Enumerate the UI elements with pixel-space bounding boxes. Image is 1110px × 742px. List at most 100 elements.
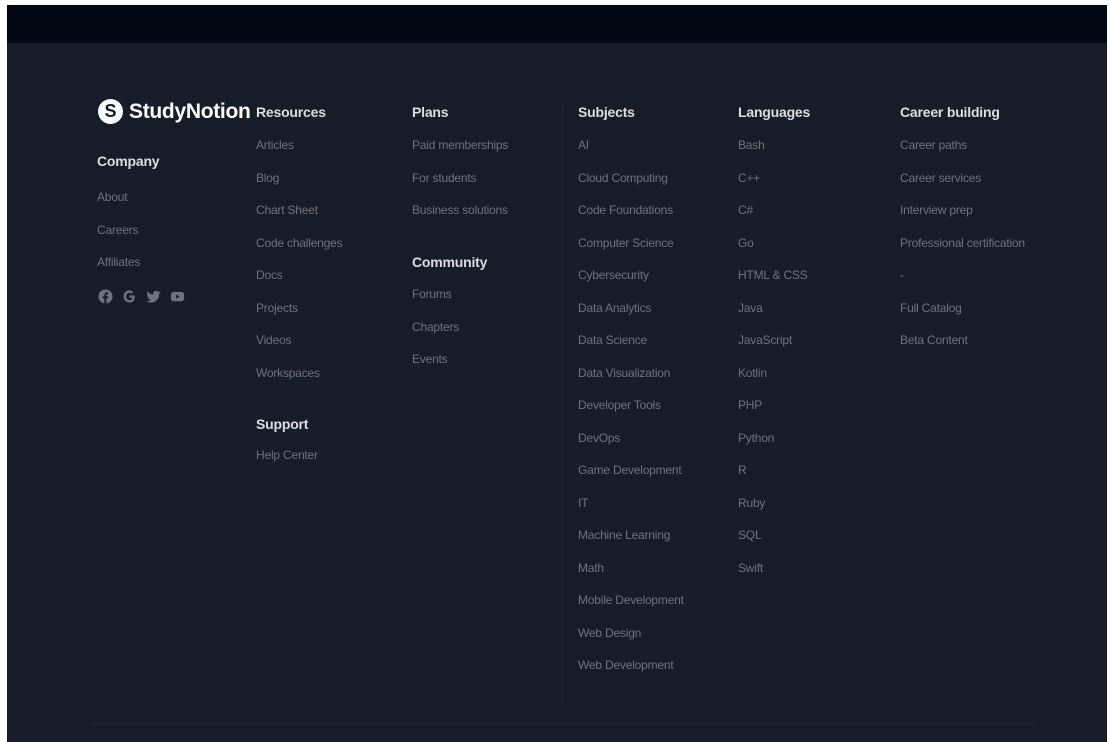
footer-link[interactable]: Beta Content (900, 333, 968, 347)
youtube-icon[interactable] (169, 288, 185, 304)
google-icon[interactable] (121, 288, 137, 304)
footer-link[interactable]: HTML & CSS (738, 268, 808, 282)
community-links: Forums Chapters Events (412, 285, 487, 383)
footer-link[interactable]: Chart Sheet (256, 203, 318, 217)
footer-link[interactable]: Careers (97, 223, 138, 237)
footer-link[interactable]: Go (738, 236, 754, 250)
footer-link-item: Workspaces (256, 364, 342, 397)
footer-link[interactable]: - (900, 268, 904, 282)
subjects-heading: Subjects (578, 104, 635, 120)
footer-link[interactable]: Forums (412, 287, 452, 301)
footer-link-item: Chapters (412, 318, 487, 351)
footer-link[interactable]: Paid memberships (412, 138, 508, 152)
footer-link[interactable]: Math (578, 561, 604, 575)
footer-link[interactable]: Swift (738, 561, 763, 575)
footer-link-item: Blog (256, 169, 342, 202)
support-links: Help Center (256, 446, 318, 479)
footer-link[interactable]: Full Catalog (900, 301, 962, 315)
column-divider (562, 105, 563, 705)
footer-link[interactable]: Career services (900, 171, 981, 185)
footer-link[interactable]: IT (578, 496, 588, 510)
footer-link[interactable]: R (738, 463, 747, 477)
footer-link[interactable]: Articles (256, 138, 294, 152)
footer-link[interactable]: Blog (256, 171, 279, 185)
footer-link[interactable]: About (97, 190, 128, 204)
footer-link-item: Ruby (738, 494, 810, 527)
social-links (97, 288, 185, 304)
footer-link[interactable]: C# (738, 203, 753, 217)
footer-link[interactable]: Professional certification (900, 236, 1025, 250)
footer-link[interactable]: Data Visualization (578, 366, 670, 380)
footer-link[interactable]: Game Development (578, 463, 682, 477)
bottom-divider (90, 723, 1037, 724)
footer-link[interactable]: Machine Learning (578, 528, 670, 542)
footer-link[interactable]: Kotlin (738, 366, 767, 380)
languages-heading: Languages (738, 104, 811, 120)
footer-link[interactable]: Developer Tools (578, 398, 661, 412)
footer-link-item: Paid memberships (412, 136, 508, 169)
facebook-icon[interactable] (97, 288, 113, 304)
footer-link[interactable]: Career paths (900, 138, 967, 152)
footer-link[interactable]: PHP (738, 398, 762, 412)
footer-link[interactable]: Events (412, 352, 448, 366)
footer-link[interactable]: Data Analytics (578, 301, 651, 315)
footer-link[interactable]: AI (578, 138, 589, 152)
footer-link-item: Code Foundations (578, 201, 684, 234)
footer-link[interactable]: Data Science (578, 333, 647, 347)
footer-link-item: Events (412, 350, 487, 383)
footer-link[interactable]: Bash (738, 138, 765, 152)
footer-link-item: Careers (97, 221, 159, 254)
footer-link-item: Chart Sheet (256, 201, 342, 234)
footer-link[interactable]: Java (738, 301, 763, 315)
footer-link[interactable]: DevOps (578, 431, 620, 445)
subjects-links: AI Cloud Computing Code Foundations Compute… (578, 136, 684, 689)
footer-link[interactable]: Videos (256, 333, 291, 347)
footer-link-item: Data Analytics (578, 299, 684, 332)
footer-link[interactable]: Help Center (256, 448, 318, 462)
footer-link[interactable]: Cloud Computing (578, 171, 668, 185)
footer-link-item: Math (578, 559, 684, 592)
footer-link-item: Cybersecurity (578, 266, 684, 299)
footer-link[interactable]: Code challenges (256, 236, 343, 250)
footer-link-item: R (738, 461, 810, 494)
brand-logo[interactable]: S StudyNotion (98, 99, 251, 124)
footer-link[interactable]: Code Foundations (578, 203, 673, 217)
community-heading: Community (412, 254, 488, 270)
footer-link[interactable]: Interview prep (900, 203, 973, 217)
footer-link-item: Articles (256, 136, 342, 169)
footer-link[interactable]: SQL (738, 528, 762, 542)
footer-link-item: Docs (256, 266, 342, 299)
footer-link[interactable]: Workspaces (256, 366, 320, 380)
footer-link-item: Kotlin (738, 364, 810, 397)
footer-link[interactable]: For students (412, 171, 477, 185)
footer-link-item: Full Catalog (900, 299, 1025, 332)
footer-link[interactable]: Python (738, 431, 774, 445)
footer-link[interactable]: Affiliates (97, 255, 140, 269)
footer-link[interactable]: Computer Science (578, 236, 674, 250)
footer-link-item: Swift (738, 559, 810, 592)
footer-link[interactable]: Mobile Development (578, 593, 684, 607)
footer-link[interactable]: Web Design (578, 626, 641, 640)
company-links: About Careers Affiliates (97, 188, 159, 286)
footer-link[interactable]: Ruby (738, 496, 765, 510)
logo-icon: S (98, 99, 123, 124)
footer-link-item: Videos (256, 331, 342, 364)
footer-link-item: Career paths (900, 136, 1025, 169)
footer-link[interactable]: C++ (738, 171, 760, 185)
footer-link[interactable]: Cybersecurity (578, 268, 649, 282)
twitter-icon[interactable] (145, 288, 161, 304)
footer-link[interactable]: JavaScript (738, 333, 792, 347)
plans-section: Plans Paid memberships For students Busine… (412, 102, 508, 234)
footer-link-item: AI (578, 136, 684, 169)
footer-link[interactable]: Chapters (412, 320, 459, 334)
footer-link-item: C++ (738, 169, 810, 202)
footer-link-item: SQL (738, 526, 810, 559)
footer-link-item: Interview prep (900, 201, 1025, 234)
languages-section: Languages Bash C++ C# Go HTML & CSS Java JavaS… (738, 102, 810, 591)
footer-link[interactable]: Docs (256, 268, 283, 282)
plans-heading: Plans (412, 104, 449, 120)
footer-link[interactable]: Web Development (578, 658, 674, 672)
support-section: Support Help Center (256, 414, 318, 479)
footer-link[interactable]: Business solutions (412, 203, 508, 217)
footer-link[interactable]: Projects (256, 301, 298, 315)
